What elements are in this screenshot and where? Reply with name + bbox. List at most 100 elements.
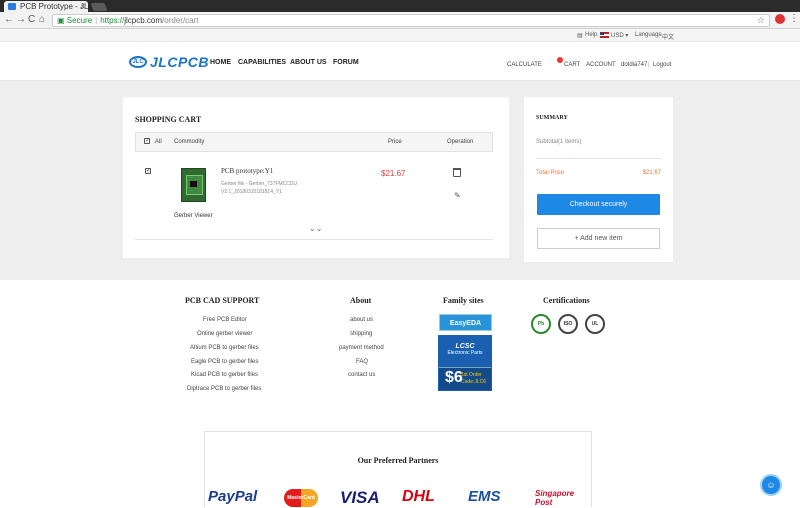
extension-icon[interactable] (775, 14, 785, 24)
item-price: $21.67 (381, 169, 406, 178)
chat-icon[interactable]: ☺ (760, 474, 782, 496)
back-arrow-icon[interactable]: ← (4, 14, 14, 26)
footer-link[interactable]: Altium PCB to gerber files (190, 345, 259, 351)
edit-icon[interactable]: ✎ (454, 191, 461, 200)
ems-logo: EMS (468, 488, 501, 505)
promo-text: 1st Order (461, 372, 482, 378)
username[interactable]: dotdia747 (621, 62, 647, 68)
calculate-link[interactable]: CALCULATE (507, 62, 542, 68)
about-title: About (350, 296, 372, 305)
tab-title: PCB Prototype - JL (20, 2, 88, 11)
forward-arrow-icon[interactable]: → (16, 14, 26, 26)
footer-link[interactable]: Kicad PCB to gerber files (191, 372, 258, 378)
secure-label: Secure (66, 16, 93, 25)
footer-link[interactable]: about us (350, 317, 373, 323)
subtotal-label: Subtotal(1 items) (536, 139, 582, 145)
easyeda-banner[interactable]: EasyEDA (439, 314, 492, 331)
account-link[interactable]: ACCOUNT (586, 62, 616, 68)
reload-icon[interactable]: C (28, 14, 35, 26)
cart-table-header: ✓ All Commodity Price Operation (135, 132, 493, 152)
header-commodity: Commodity (174, 139, 205, 145)
new-tab-button[interactable] (90, 3, 108, 11)
header-price: Price (388, 139, 402, 145)
favicon-icon (8, 3, 16, 10)
nav-forum[interactable]: FORUM (333, 59, 359, 66)
address-bar-row: ← → C ⌂ ▣ Secure | https://jlcpcb.com/orde… (0, 12, 800, 29)
cart-badge (557, 57, 563, 63)
iso-cert-icon: ISO (558, 314, 578, 334)
gerber-viewer-link[interactable]: Gerber Viewer (174, 213, 213, 219)
currency-select[interactable]: USD ▾ (600, 32, 628, 39)
total-price-value: $21.67 (642, 170, 661, 176)
nav-capabilities[interactable]: CAPABILITIES (238, 59, 286, 66)
cart-link[interactable]: CART (564, 62, 580, 68)
select-all-checkbox[interactable]: ✓ (144, 138, 150, 144)
expand-chevron-icon[interactable]: ⌄⌄ (309, 224, 322, 233)
lcsc-name: LCSC (455, 343, 475, 350)
footer-link[interactable]: Free PCB Editor (203, 317, 247, 323)
pcb-thumbnail[interactable] (181, 168, 206, 202)
cart-title: SHOPPING CART (135, 115, 202, 124)
url-host: jlcpcb.com (124, 16, 163, 25)
url-input[interactable]: ▣ Secure | https://jlcpcb.com/order/cart ☆ (52, 14, 770, 27)
footer-link[interactable]: shipping (350, 331, 372, 337)
home-icon[interactable]: ⌂ (39, 14, 45, 26)
singapore-post-logo: Singapore Post (535, 489, 575, 507)
mastercard-logo: MasterCard (284, 489, 318, 507)
tab-close-icon[interactable]: × (80, 1, 85, 12)
browser-menu-icon[interactable]: ⋮ (789, 13, 799, 24)
divider: | (648, 62, 650, 68)
divider (536, 158, 661, 159)
us-flag-icon (600, 32, 609, 39)
footer-link[interactable]: payment method (339, 345, 384, 351)
add-new-item-button[interactable]: + Add new item (537, 228, 660, 249)
delete-icon[interactable] (453, 168, 461, 177)
nav-home[interactable]: HOME (210, 59, 231, 66)
lcsc-promo: $6 1st Order Code:JLC6 (439, 367, 491, 390)
pb-free-cert-icon: Pb (531, 314, 551, 334)
url-scheme: https:// (100, 16, 125, 25)
help-link[interactable]: Help (585, 32, 597, 38)
footer-link[interactable]: Eagle PCB to gerber files (191, 359, 258, 365)
footer-link[interactable]: Diptrace PCB to gerber files (187, 386, 261, 392)
browser-tab[interactable]: PCB Prototype - JL × (4, 1, 88, 12)
summary-title: SUMMARY (536, 115, 568, 121)
logout-link[interactable]: Logout (653, 62, 671, 68)
lcsc-sub: Electronic Parts (447, 350, 483, 356)
certifications-title: Certifications (543, 296, 590, 305)
utility-bar: ▤ Help USD ▾ Language | 中文 (0, 29, 800, 42)
logo-text: JLCPCB (150, 54, 210, 70)
header-all: All (155, 139, 162, 145)
ul-cert-icon: UL (585, 314, 605, 334)
nav-about-us[interactable]: ABOUT US (290, 59, 327, 66)
jlcpcb-logo[interactable]: JLC JLCPCB (129, 54, 209, 70)
url-path: /order/cart (162, 16, 199, 25)
family-sites-title: Family sites (443, 296, 484, 305)
partners-title: Our Preferred Partners (357, 456, 439, 465)
header-operation: Operation (447, 139, 474, 145)
help-icon: ▤ (577, 33, 583, 39)
bookmark-star-icon[interactable]: ☆ (757, 15, 765, 26)
paypal-logo: PayPal (208, 488, 258, 505)
visa-logo: VISA (340, 488, 380, 507)
language-link[interactable]: 中文 (662, 32, 674, 41)
logo-mark: JLC (129, 56, 147, 68)
footer-link[interactable]: FAQ (356, 359, 368, 365)
footer-link[interactable]: contact us (348, 372, 375, 378)
footer-link[interactable]: Online gerber viewer (197, 331, 252, 337)
summary-panel: SUMMARY Subtotal(1 items) Total Price $2… (524, 97, 673, 262)
dhl-logo: DHL (402, 488, 435, 505)
checkout-button[interactable]: Checkout securely (537, 194, 660, 215)
shopping-cart-panel: SHOPPING CART ✓ All Commodity Price Oper… (123, 97, 509, 258)
item-checkbox[interactable]: ✓ (145, 168, 151, 174)
pcb-support-title: PCB CAD SUPPORT (185, 296, 260, 305)
item-name: PCB prototype:Y1 (221, 167, 274, 175)
lock-icon: ▣ (57, 16, 65, 25)
divider (135, 239, 493, 240)
partners-section: Our Preferred Partners PayPal MasterCard… (204, 431, 592, 507)
item-file: Gerber file - Gerber_737FMCCDU V2.1_2018… (221, 181, 298, 195)
site-header: JLC JLCPCB HOME CAPABILITIES ABOUT US FO… (0, 42, 800, 81)
browser-tabstrip: PCB Prototype - JL × (0, 0, 800, 12)
total-price-label: Total Price (536, 170, 565, 176)
lcsc-banner[interactable]: LCSC Electronic Parts $6 1st Order Code:J… (438, 335, 492, 391)
